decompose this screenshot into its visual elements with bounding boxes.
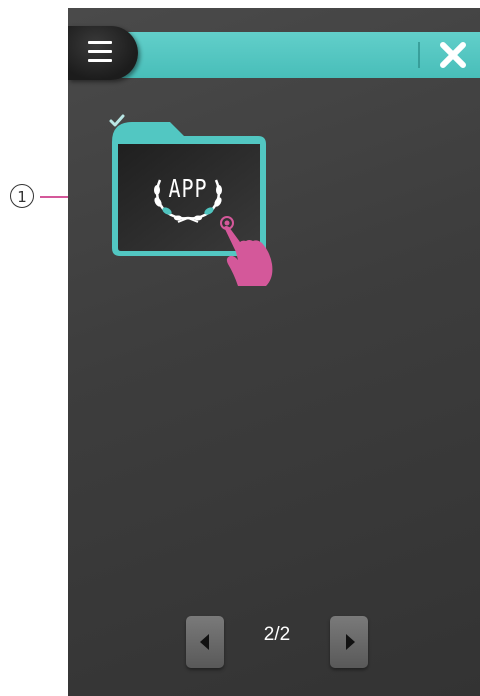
next-page-button[interactable] xyxy=(330,616,368,668)
triangle-right-icon xyxy=(346,634,355,650)
page-indicator: 2/2 xyxy=(263,624,291,645)
logo-text: APP xyxy=(168,173,208,203)
menu-button[interactable] xyxy=(68,26,138,80)
callout-number: 1 xyxy=(10,184,34,208)
checkmark-icon xyxy=(109,114,125,127)
close-button[interactable] xyxy=(440,41,466,69)
previous-page-button[interactable] xyxy=(186,616,224,668)
close-x-icon xyxy=(440,42,466,68)
tapping-hand-icon xyxy=(220,216,273,286)
triangle-left-icon xyxy=(200,634,209,650)
device-screen: APP xyxy=(68,8,480,696)
header-separator xyxy=(418,42,420,68)
